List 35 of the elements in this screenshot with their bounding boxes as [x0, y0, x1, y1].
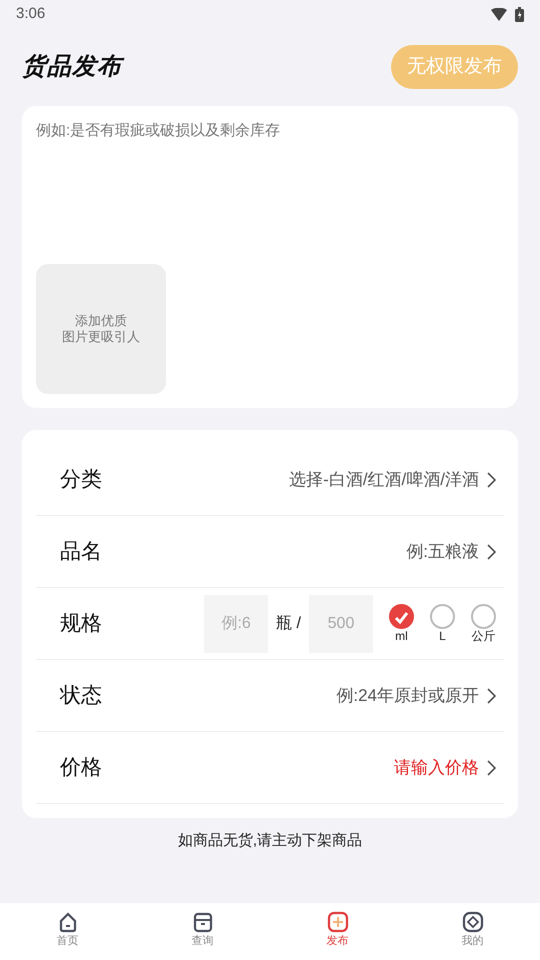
unit-radio[interactable]	[389, 604, 414, 629]
nav-tab[interactable]: 首页	[0, 903, 135, 960]
field-select[interactable]: 例:五粮液	[406, 538, 496, 564]
count-field[interactable]: 例:6	[204, 594, 268, 652]
field-label: 价格	[60, 754, 102, 781]
nav-tab[interactable]: 发布	[270, 903, 405, 960]
add-photo-button[interactable]: 添加优质 图片更吸引人	[36, 264, 166, 394]
radio-label: ml	[395, 628, 408, 644]
chevron-icon	[487, 760, 496, 776]
field-select[interactable]: 选择-白酒/红酒/啤酒/洋酒	[289, 466, 496, 492]
status-time: 3:06	[16, 4, 46, 24]
notice-text: 如商品无货,请主动下架商品	[176, 831, 364, 851]
page-title: 货品发布	[22, 49, 122, 85]
radio-label: 公斤	[472, 628, 496, 644]
volume-field[interactable]: 500	[309, 594, 373, 652]
chevron-icon	[487, 544, 496, 560]
field-label: 规格	[60, 610, 102, 637]
unit-radio[interactable]	[471, 604, 496, 629]
unit-label: 瓶 /	[276, 614, 301, 634]
chevron-icon	[487, 472, 496, 488]
plus-icon	[326, 911, 348, 933]
field-select[interactable]: 例:24年原封或原开	[336, 682, 496, 708]
nav-tab[interactable]: 查询	[135, 903, 270, 960]
radio-label: L	[439, 628, 446, 644]
nav-tab[interactable]: 我的	[405, 903, 540, 960]
archive-box-icon	[192, 911, 214, 933]
battery-icon	[515, 6, 524, 22]
field-label: 品名	[60, 538, 102, 565]
wifi-icon	[491, 8, 507, 20]
field-label: 分类	[60, 466, 102, 493]
unit-radio[interactable]	[430, 604, 455, 629]
chevron-icon	[487, 688, 496, 704]
description-field[interactable]: 例如:是否有瑕疵或破损以及剩余库存 添加优质 图片更吸引人	[22, 106, 518, 408]
field-label: 状态	[60, 682, 102, 709]
field-select[interactable]: 请输入价格	[394, 754, 496, 780]
